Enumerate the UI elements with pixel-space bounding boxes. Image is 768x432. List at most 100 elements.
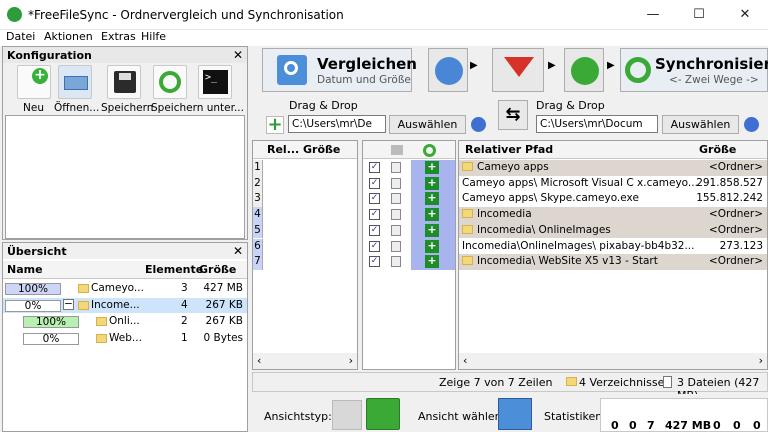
left-hscrollbar[interactable]: ‹ ›	[253, 353, 357, 369]
middle-grid-row[interactable]: ✓ +	[363, 223, 455, 239]
include-checkbox[interactable]: ✓	[369, 240, 380, 252]
menu-aktionen[interactable]: Aktionen	[44, 30, 93, 43]
col-size-left[interactable]: Größe	[303, 141, 340, 159]
save-as-icon[interactable]	[153, 65, 187, 99]
main-toolbar: Vergleichen Datum und Größe ▶ ▶ ▶ Synchr…	[252, 46, 768, 96]
item-size: <Ordner>	[708, 222, 763, 239]
relative-path: Incomedia\OnlineImages\ pixabay-bb4b32..…	[462, 239, 695, 252]
include-checkbox[interactable]: ✓	[369, 209, 380, 221]
sync-arrow-icon[interactable]: +	[425, 176, 439, 190]
col-size[interactable]: Größe	[199, 261, 236, 279]
swap-sides-button[interactable]: ⇆	[498, 100, 528, 130]
menu-hilfe[interactable]: Hilfe	[141, 30, 166, 43]
col-rel[interactable]: Rel...	[267, 141, 299, 159]
overview-row[interactable]: 0% − Income... 4 267 KB	[3, 297, 247, 314]
right-grid-row[interactable]: Incomedia\OnlineImages\ pixabay-bb4b32..…	[459, 239, 767, 255]
sync-button[interactable]: Synchronisieren <- Zwei Wege ->	[620, 48, 768, 92]
left-folder-input[interactable]: C:\Users\mr\De	[288, 115, 386, 133]
col-elements[interactable]: Elemente	[145, 261, 203, 279]
right-grid-row[interactable]: Cameyo apps\ Microsoft Visual C x.cameyo…	[459, 176, 767, 192]
left-grid-row[interactable]: 4	[253, 207, 357, 223]
overview-row[interactable]: 0% Web... 1 0 Bytes	[3, 331, 247, 347]
stat-create-right: 0	[713, 419, 721, 432]
config-list[interactable]	[5, 115, 245, 239]
right-grid-row[interactable]: Incomedia <Ordner>	[459, 207, 767, 223]
save-icon[interactable]	[107, 65, 141, 99]
compare-button[interactable]: Vergleichen Datum und Größe	[262, 48, 417, 92]
maximize-button[interactable]: ☐	[676, 0, 722, 30]
view-direction-button[interactable]	[498, 398, 532, 430]
overview-row[interactable]: 100% Cameyo... 3 427 MB	[3, 281, 247, 297]
file-icon	[391, 240, 401, 252]
col-name[interactable]: Name	[7, 261, 43, 279]
middle-grid-row[interactable]: ✓ +	[363, 239, 455, 255]
left-grid-row[interactable]: 6	[253, 238, 357, 255]
right-grid-row[interactable]: Incomedia\ OnlineImages <Ordner>	[459, 222, 767, 239]
sync-settings-button[interactable]	[564, 48, 604, 92]
include-checkbox[interactable]: ✓	[369, 224, 380, 236]
progress-text: 0%	[24, 299, 42, 312]
checkbox-col-icon	[391, 145, 403, 155]
close-button[interactable]: ✕	[722, 0, 768, 30]
stats-box: 0 0 7 427 MB 0 0 0	[600, 398, 768, 432]
progress-bar: 100%	[5, 283, 61, 295]
batch-icon[interactable]: >_	[198, 65, 232, 99]
collapse-icon[interactable]: −	[63, 298, 74, 310]
overview-col-header: Name Elemente Größe	[3, 261, 247, 279]
right-folder-input[interactable]: C:\Users\mr\Docum	[536, 115, 658, 133]
include-checkbox[interactable]: ✓	[369, 256, 380, 268]
globe-icon[interactable]	[471, 117, 486, 132]
chevron-right-icon[interactable]: ▶	[607, 60, 615, 71]
title-bar: *FreeFileSync - Ordnervergleich und Sync…	[0, 0, 768, 30]
sync-arrow-icon[interactable]: +	[425, 192, 439, 206]
filter-button[interactable]	[492, 48, 544, 92]
left-grid-header: Rel... Größe	[253, 141, 357, 159]
middle-grid-row[interactable]: ✓ +	[363, 254, 455, 270]
right-select-button[interactable]: Auswählen	[662, 115, 739, 134]
sync-arrow-icon[interactable]: +	[425, 239, 439, 253]
compare-settings-button[interactable]	[428, 48, 468, 92]
left-grid-row[interactable]: 2	[253, 175, 357, 192]
left-grid-row[interactable]: 7	[253, 254, 357, 270]
sync-arrow-icon[interactable]: +	[425, 255, 439, 269]
overview-elements: 2	[181, 315, 188, 327]
include-checkbox[interactable]: ✓	[369, 162, 380, 173]
compare-label: Vergleichen	[317, 55, 417, 73]
gear-icon	[571, 57, 599, 85]
right-grid-row[interactable]: Cameyo apps\ Skype.cameyo.exe 155.812.242	[459, 191, 767, 207]
right-grid-row[interactable]: Cameyo apps <Ordner>	[459, 160, 767, 176]
right-hscrollbar[interactable]: ‹ ›	[459, 353, 767, 369]
col-relative-path[interactable]: Relativer Pfad	[465, 141, 553, 159]
menu-datei[interactable]: Datei	[6, 30, 35, 43]
overview-row[interactable]: 100% Onli... 2 267 KB	[3, 314, 247, 330]
item-size: 291.858.527	[696, 176, 763, 189]
progress-bar: 0%	[23, 332, 79, 345]
col-size-right[interactable]: Größe	[699, 141, 736, 159]
close-icon[interactable]: ✕	[233, 244, 243, 258]
middle-grid-row[interactable]: ✓ +	[363, 191, 455, 207]
sync-arrow-icon[interactable]: +	[425, 161, 439, 174]
middle-grid-row[interactable]: ✓ +	[363, 207, 455, 223]
right-grid-row[interactable]: Incomedia\ WebSite X5 v13 - Start <Ordner…	[459, 254, 767, 270]
chevron-right-icon[interactable]: ▶	[548, 60, 556, 71]
sync-arrow-icon[interactable]: +	[425, 208, 439, 222]
sync-arrow-icon[interactable]: +	[425, 223, 439, 237]
sync-view-button[interactable]	[366, 398, 400, 430]
new-config-icon[interactable]: +	[17, 65, 51, 99]
globe-icon[interactable]	[744, 117, 759, 132]
left-grid-row[interactable]: 1	[253, 160, 357, 176]
left-grid-row[interactable]: 5	[253, 222, 357, 239]
middle-grid-row[interactable]: ✓ +	[363, 160, 455, 176]
left-select-button[interactable]: Auswählen	[389, 115, 466, 134]
chevron-right-icon[interactable]: ▶	[470, 60, 484, 80]
middle-grid-row[interactable]: ✓ +	[363, 176, 455, 192]
menu-extras[interactable]: Extras	[101, 30, 136, 43]
minimize-button[interactable]: —	[630, 0, 676, 30]
camera-view-button[interactable]	[332, 400, 362, 430]
left-grid-row[interactable]: 3	[253, 191, 357, 208]
include-checkbox[interactable]: ✓	[369, 177, 380, 189]
close-icon[interactable]: ✕	[233, 48, 243, 62]
open-config-icon[interactable]	[58, 65, 92, 99]
include-checkbox[interactable]: ✓	[369, 193, 380, 205]
add-folder-pair-icon[interactable]: +	[266, 116, 284, 134]
